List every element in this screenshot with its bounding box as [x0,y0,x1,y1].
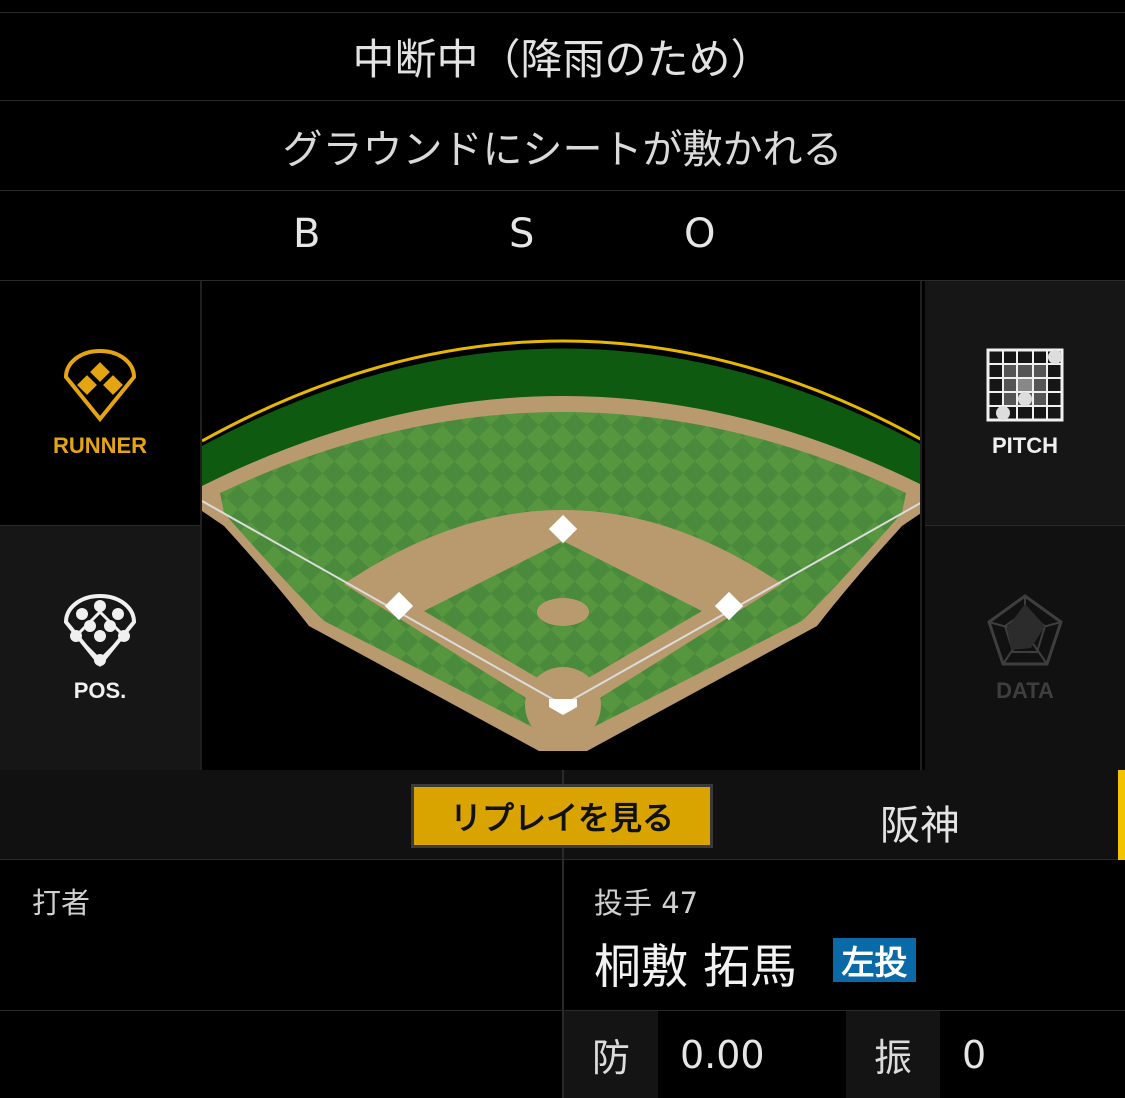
field-diagram [202,339,920,751]
fielder-positions-icon [63,593,137,668]
pitcher-label: 投手 47 [594,886,699,920]
data-label: DATA [996,678,1054,703]
strikeout-label: 振 [846,1011,940,1098]
era-value: 0.00 [660,1011,844,1098]
team-color-accent [1118,770,1125,860]
throwing-hand-badge: 左投 [833,938,916,982]
data-button[interactable]: DATA [925,526,1125,770]
pitch-label: PITCH [992,433,1058,458]
game-status-text: 中断中（降雨のため） [352,35,773,84]
runner-label: RUNNER [52,433,148,458]
strike-zone-grid-icon [986,348,1064,422]
event-bar: グラウンドにシートが敷かれる [0,101,1125,191]
strikes-label: S [509,211,535,257]
position-button[interactable]: POS. [0,526,200,770]
team-name: 阪神 [880,803,960,849]
era-label: 防 [564,1011,658,1098]
outs-label: O [684,211,716,257]
pitcher-name[interactable]: 桐敷 拓馬 [594,928,797,997]
pitcher-stats-row: 防 0.00 振 0 [0,1010,1125,1098]
diamond-bases-icon [63,348,137,423]
event-text: グラウンドにシートが敷かれる [282,126,843,173]
pitch-button[interactable]: PITCH [925,281,1125,526]
ball-strike-out-bar: B S O [0,191,1125,281]
replay-button[interactable]: リプレイを見る [411,784,713,848]
baseball-field [200,281,922,770]
batter-label: 打者 [32,886,91,920]
game-status-bar: 中断中（降雨のため） [0,12,1125,101]
radar-chart-icon [987,594,1063,666]
position-label: POS. [73,678,127,703]
runner-button[interactable]: RUNNER [0,281,200,526]
strikeout-value: 0 [942,1011,1125,1098]
balls-label: B [293,211,321,257]
